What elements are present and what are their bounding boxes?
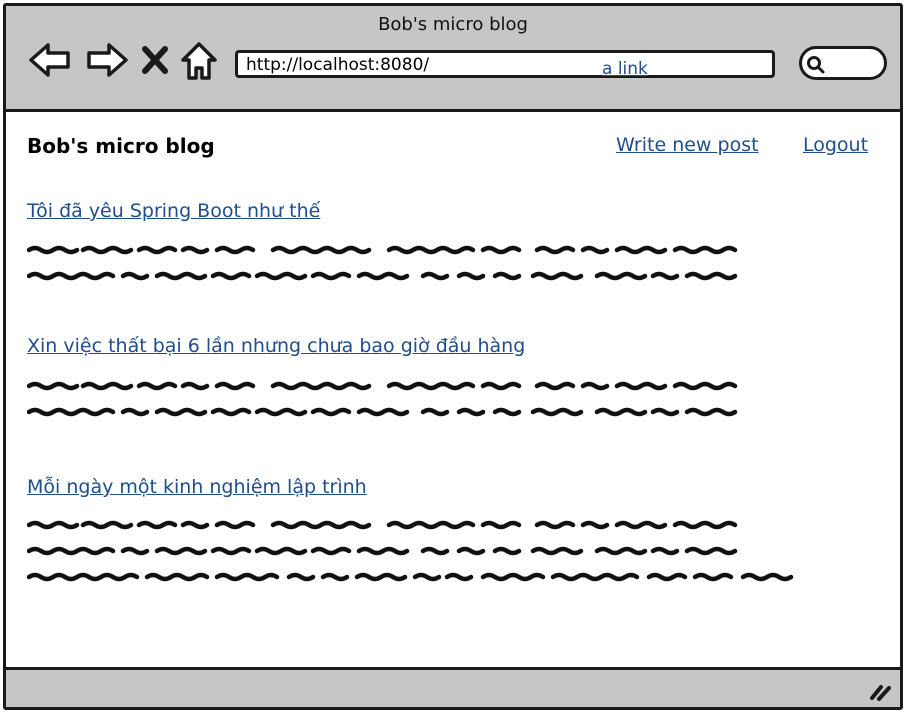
url-link[interactable]: a link (602, 59, 648, 79)
status-bar (6, 667, 900, 707)
post-excerpt-line (27, 271, 738, 281)
url-bar[interactable]: http://localhost:8080/ a link (235, 50, 775, 79)
site-brand[interactable]: Bob's micro blog (27, 134, 215, 158)
post-title-link[interactable]: Tôi đã yêu Spring Boot như thế (27, 200, 320, 222)
logout-link[interactable]: Logout (803, 134, 868, 156)
post-excerpt-line (27, 572, 794, 582)
browser-search-field[interactable] (799, 46, 887, 80)
post-excerpt-line (27, 381, 738, 391)
post-excerpt-line (27, 245, 738, 255)
post-excerpt-line (27, 546, 738, 556)
close-icon[interactable] (140, 40, 170, 80)
url-text[interactable]: http://localhost:8080/ (246, 55, 429, 75)
post-excerpt-line (27, 407, 738, 417)
search-icon (807, 56, 825, 74)
write-new-post-link[interactable]: Write new post (616, 134, 759, 156)
post-excerpt-line (27, 520, 738, 530)
back-icon[interactable] (28, 40, 72, 80)
home-icon[interactable] (180, 40, 218, 82)
resize-grip-icon[interactable] (868, 681, 892, 701)
post-title-link[interactable]: Mỗi ngày một kinh nghiệm lập trình (27, 476, 367, 498)
window-title: Bob's micro blog (378, 14, 528, 35)
browser-toolbar: Bob's micro blog http://localhost:8080/ … (6, 6, 900, 112)
forward-icon[interactable] (84, 40, 130, 80)
post-title-link[interactable]: Xin việc thất bại 6 lần nhưng chưa bao g… (27, 335, 525, 357)
browser-window: Bob's micro blog http://localhost:8080/ … (3, 3, 903, 710)
